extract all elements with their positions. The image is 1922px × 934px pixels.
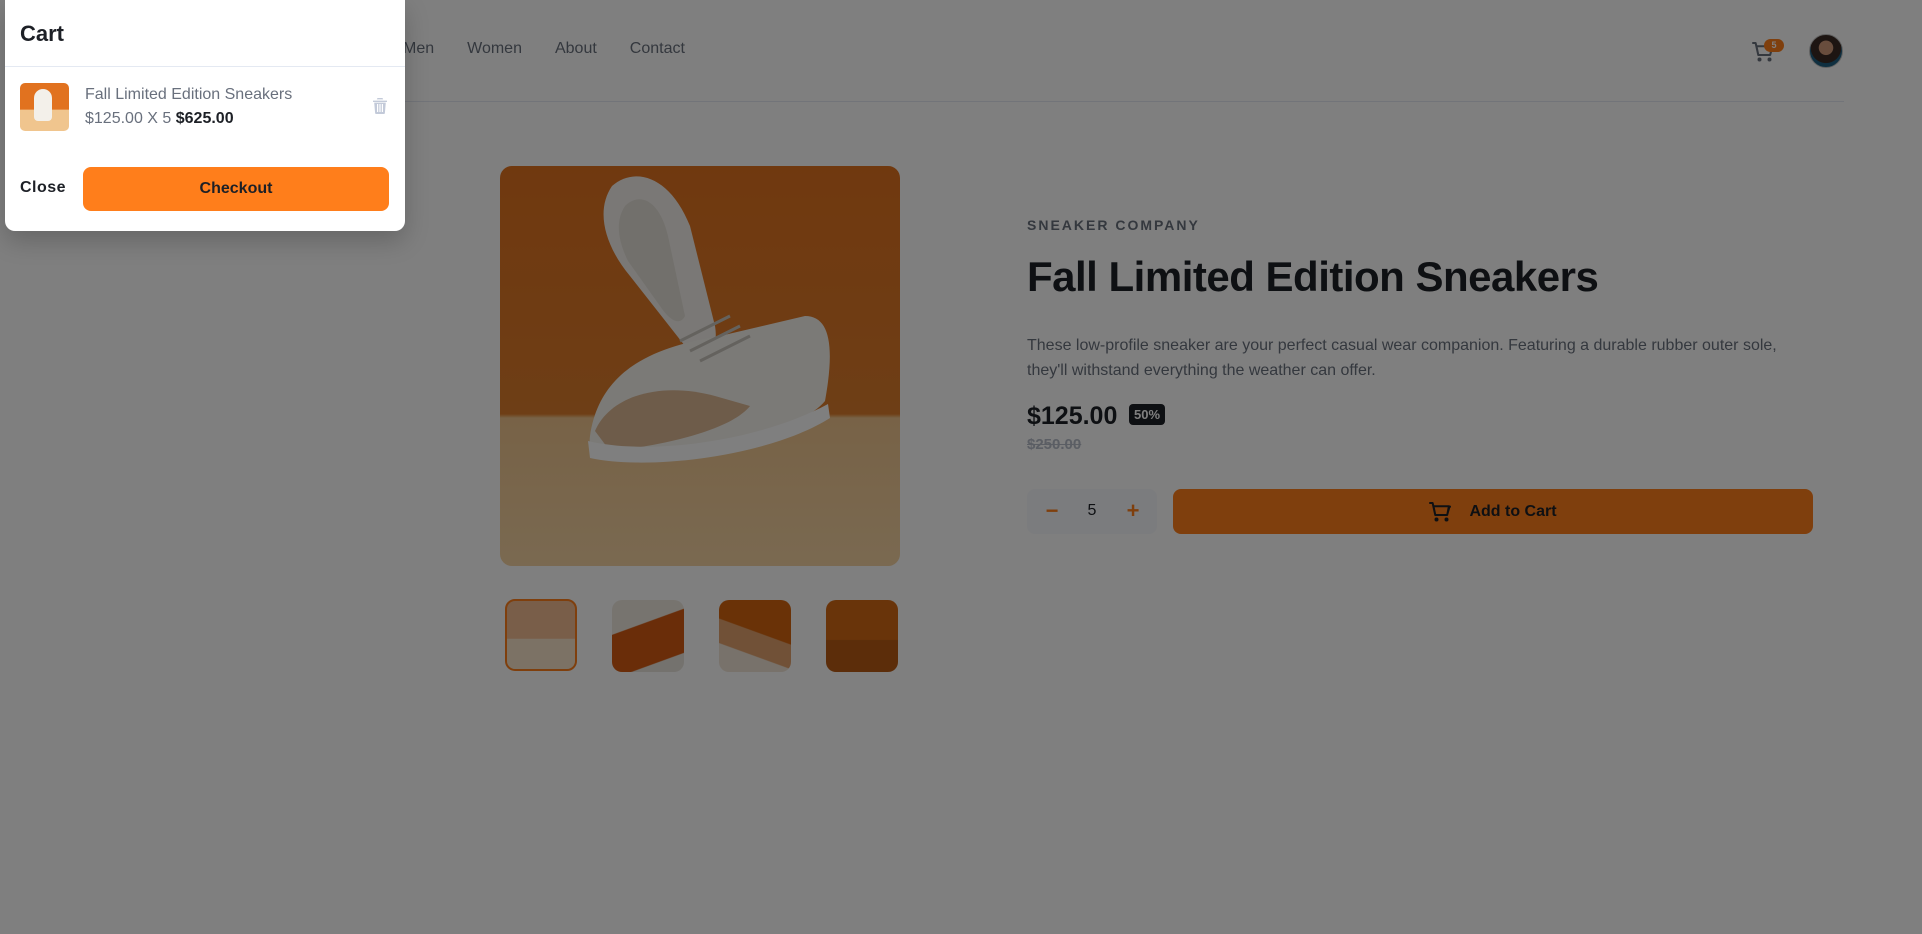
- cart-item-price-calc: $125.00 X 5 $625.00: [85, 110, 234, 128]
- checkout-button[interactable]: Checkout: [83, 167, 389, 211]
- cart-divider: [5, 66, 405, 67]
- cart-item-calc-text: $125.00 X 5: [85, 110, 176, 127]
- cart-item-thumbnail: [20, 83, 69, 131]
- cart-title: Cart: [20, 21, 65, 46]
- cart-popup: Cart Fall Limited Edition Sneakers $125.…: [5, 0, 405, 231]
- cart-item-name: Fall Limited Edition Sneakers: [85, 86, 293, 103]
- cart-item-total: $625.00: [175, 110, 234, 127]
- close-button[interactable]: Close: [20, 179, 66, 197]
- trash-icon[interactable]: [373, 98, 387, 114]
